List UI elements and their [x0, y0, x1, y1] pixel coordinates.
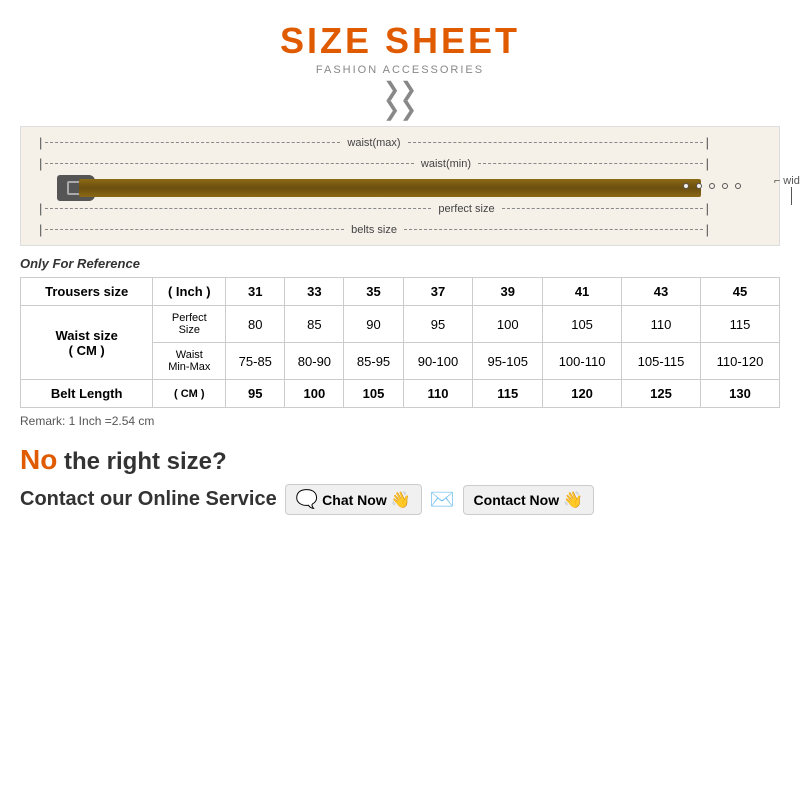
- belt-body: [79, 179, 701, 197]
- ps-33: 85: [285, 306, 344, 343]
- inch-header: ( Inch ): [153, 278, 226, 306]
- no-size-rest: the right size?: [57, 448, 226, 475]
- no-size-section: No the right size? Contact our Online Se…: [20, 444, 780, 515]
- perfect-size-row: | perfect size |: [39, 201, 709, 216]
- perfect-size-row: Waist size( CM ) PerfectSize 80 85 90 95…: [21, 306, 780, 343]
- col-39: 39: [473, 278, 543, 306]
- belt-visual: ⌐ width: [39, 175, 761, 203]
- col-41: 41: [543, 278, 622, 306]
- col-35: 35: [344, 278, 403, 306]
- bl-33: 100: [285, 380, 344, 408]
- remark: Remark: 1 Inch =2.54 cm: [20, 414, 780, 428]
- bl-41: 120: [543, 380, 622, 408]
- bl-35: 105: [344, 380, 403, 408]
- col-43: 43: [622, 278, 701, 306]
- email-icon: ✉️: [430, 487, 455, 512]
- table-header-row: Trousers size ( Inch ) 31 33 35 37 39 41…: [21, 278, 780, 306]
- waist-size-label: Waist size( CM ): [21, 306, 153, 380]
- dimension-lines: | waist(max) | | waist(min) |: [39, 135, 709, 177]
- belts-size-row: | belts size |: [39, 222, 709, 237]
- no-text: No: [20, 444, 57, 475]
- ps-37: 95: [403, 306, 473, 343]
- waist-max-row: | waist(max) |: [39, 135, 709, 150]
- wm-43: 105-115: [622, 343, 701, 380]
- belt-holes: [683, 183, 741, 189]
- contact-section: Contact our Online Service 🗨️ Chat Now 👋…: [20, 484, 780, 515]
- belt-length-label: Belt Length: [21, 380, 153, 408]
- ps-45: 115: [701, 306, 780, 343]
- ps-31: 80: [226, 306, 285, 343]
- wm-31: 75-85: [226, 343, 285, 380]
- contact-now-label: Contact Now: [474, 492, 560, 508]
- col-45: 45: [701, 278, 780, 306]
- hand-icon-chat: 👋: [391, 490, 411, 510]
- col-31: 31: [226, 278, 285, 306]
- belt-diagram: | waist(max) | | waist(min) |: [20, 126, 780, 246]
- wm-45: 110-120: [701, 343, 780, 380]
- chat-now-button[interactable]: 🗨️ Chat Now 👋: [285, 484, 422, 515]
- bl-45: 130: [701, 380, 780, 408]
- contact-now-button[interactable]: Contact Now 👋: [463, 485, 594, 515]
- wm-35: 85-95: [344, 343, 403, 380]
- chat-icon: 🗨️: [296, 489, 318, 510]
- bottom-dimension-lines: | perfect size | | belts size |: [39, 201, 709, 237]
- wm-37: 90-100: [403, 343, 473, 380]
- main-title: SIZE SHEET: [20, 20, 780, 62]
- ps-43: 110: [622, 306, 701, 343]
- no-size-title: No the right size?: [20, 444, 780, 476]
- col-33: 33: [285, 278, 344, 306]
- wm-39: 95-105: [473, 343, 543, 380]
- chat-now-label: Chat Now: [322, 492, 387, 508]
- ps-35: 90: [344, 306, 403, 343]
- wm-41: 100-110: [543, 343, 622, 380]
- col-37: 37: [403, 278, 473, 306]
- bl-37: 110: [403, 380, 473, 408]
- hand-icon-contact: 👋: [563, 490, 583, 510]
- width-label: ⌐ width: [774, 175, 800, 205]
- belt-length-row: Belt Length ( CM ) 95 100 105 110 115 12…: [21, 380, 780, 408]
- wm-33: 80-90: [285, 343, 344, 380]
- bl-43: 125: [622, 380, 701, 408]
- waist-min-row: | waist(min) |: [39, 156, 709, 171]
- reference-note: Only For Reference: [20, 256, 780, 271]
- bl-31: 95: [226, 380, 285, 408]
- chevron-icon: ❯❯❯❯: [20, 80, 780, 120]
- trousers-size-header: Trousers size: [21, 278, 153, 306]
- waist-minmax-sublabel: WaistMin-Max: [153, 343, 226, 380]
- perfect-size-sublabel: PerfectSize: [153, 306, 226, 343]
- ps-39: 100: [473, 306, 543, 343]
- title-section: SIZE SHEET FASHION ACCESSORIES ❯❯❯❯: [20, 20, 780, 120]
- subtitle: FASHION ACCESSORIES: [20, 64, 780, 76]
- ps-41: 105: [543, 306, 622, 343]
- belt-length-unit: ( CM ): [153, 380, 226, 408]
- bl-39: 115: [473, 380, 543, 408]
- contact-label: Contact our Online Service: [20, 488, 277, 511]
- size-table: Trousers size ( Inch ) 31 33 35 37 39 41…: [20, 277, 780, 408]
